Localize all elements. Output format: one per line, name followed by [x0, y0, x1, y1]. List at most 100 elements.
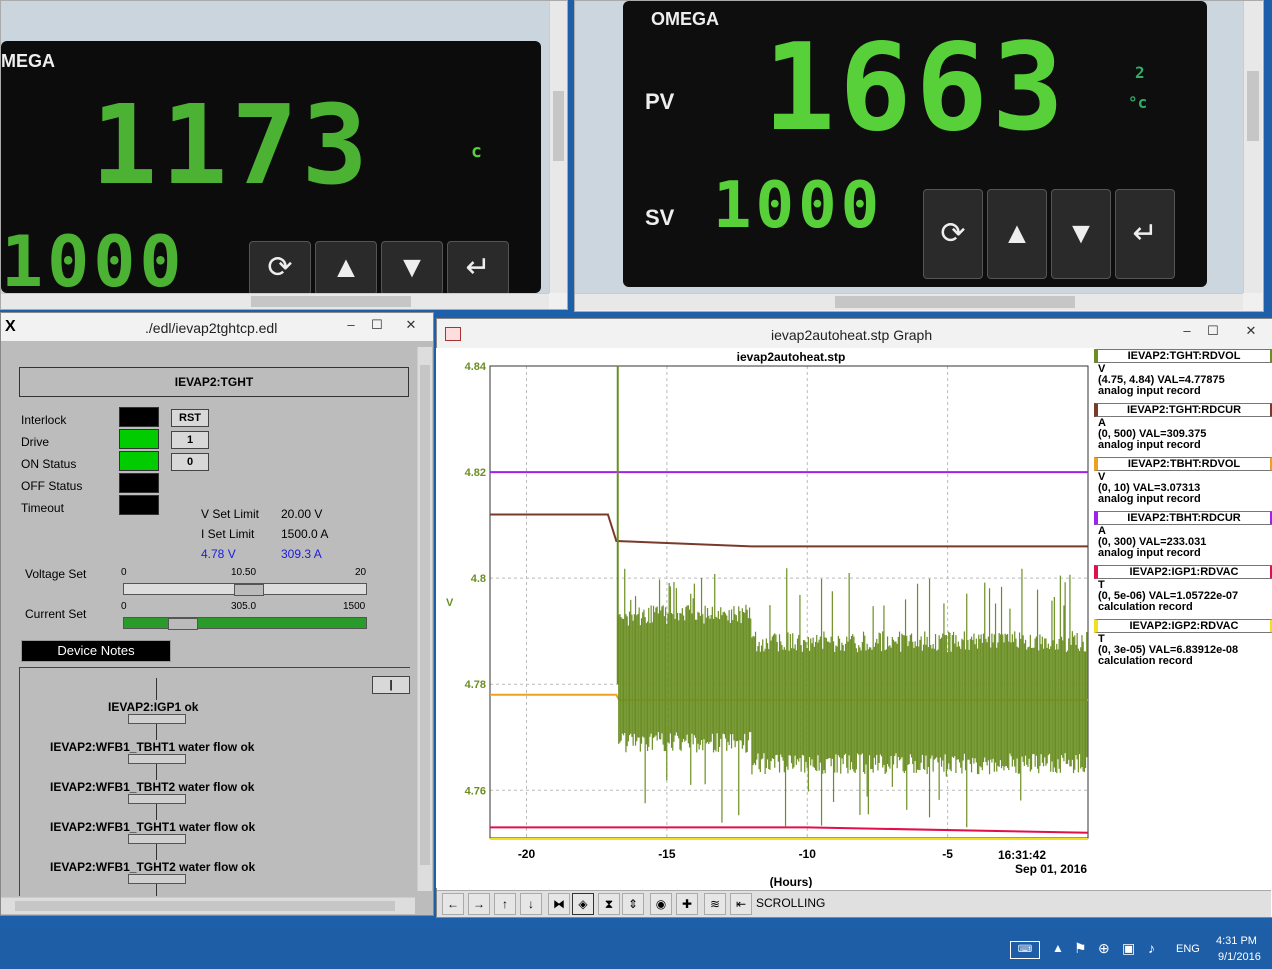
taskbar: ⌨ ▲ ⚑ ⊕ ▣ ♪ ENG 4:31 PM 9/1/2016 — [0, 929, 1272, 969]
strip-chart: ievap2autoheat.stp V (Hours) 16:31:42 Se… — [436, 348, 1096, 888]
brand-label: OMEGA — [651, 9, 720, 29]
legend-series-name[interactable]: IEVAP2:IGP2:RDVAC — [1094, 619, 1272, 633]
interlock-bar — [128, 794, 186, 804]
camera-window-left: MEGA 1173 c 1000 ⟳ ▲ ▼ ↵ — [0, 0, 568, 310]
camera-window-right: OMEGA PV SV 1663 2 °c 1000 ⟳ ▲ ▼ ↵ — [574, 0, 1264, 312]
date-label: Sep 01, 2016 — [1015, 862, 1087, 876]
slider-thumb[interactable] — [234, 584, 264, 596]
zoom-in-y-icon[interactable]: ⧗ — [598, 893, 620, 915]
arrow-down-icon[interactable]: ↓ — [520, 893, 542, 915]
window-title: ./edl/ievap2tghtcp.edl — [145, 320, 278, 336]
x-tick-label: -5 — [942, 847, 953, 861]
voltage-set-label: Voltage Set — [25, 567, 87, 581]
y-tick-label: 4.82 — [465, 467, 486, 479]
slider-thumb[interactable] — [168, 618, 198, 630]
monitor-icon[interactable]: ▣ — [1122, 940, 1135, 957]
legend-type: analog input record — [1098, 547, 1201, 559]
volume-icon[interactable]: ♪ — [1148, 940, 1155, 956]
crosshair-icon[interactable]: ✚ — [676, 893, 698, 915]
scroll-thumb[interactable] — [251, 296, 411, 307]
graph-title-bar: ievap2autoheat.stp Graph – ☐ ✕ — [437, 319, 1272, 349]
scroll-thumb[interactable] — [1247, 71, 1259, 141]
language-indicator[interactable]: ENG — [1176, 943, 1200, 955]
legend-series-name[interactable]: IEVAP2:TBHT:RDCUR — [1094, 511, 1272, 525]
y-tick-label: 4.84 — [465, 361, 487, 373]
unit-label: °c — [1128, 93, 1148, 112]
vertical-scrollbar[interactable] — [417, 347, 432, 891]
legend-series-name[interactable]: IEVAP2:TGHT:RDCUR — [1094, 403, 1272, 417]
minimize-icon[interactable]: – — [341, 317, 361, 332]
goto-end-icon[interactable]: ⇤ — [730, 893, 752, 915]
arrow-up-icon[interactable]: ↑ — [494, 893, 516, 915]
scroll-thumb[interactable] — [835, 296, 1075, 308]
vertical-scrollbar[interactable] — [1243, 1, 1262, 293]
interlock-item: IEVAP2:WFB1_TBHT1 water flow ok — [50, 740, 255, 754]
legend-type: analog input record — [1098, 493, 1201, 505]
drive-label: Drive — [21, 435, 50, 449]
off-status-label: OFF Status — [21, 479, 83, 493]
v-set-limit-value: 20.00 V — [281, 507, 323, 521]
rst-button[interactable]: RST — [171, 409, 209, 427]
zoom-in-x-icon[interactable]: ⧓ — [548, 893, 570, 915]
interlock-label: Interlock — [21, 413, 67, 427]
scroll-thumb[interactable] — [420, 365, 430, 865]
enter-key: ↵ — [1115, 189, 1175, 279]
unit-top-label: 2 — [1135, 63, 1145, 82]
unit-label: c — [471, 141, 482, 162]
close-icon[interactable]: ✕ — [401, 317, 421, 333]
maximize-icon[interactable]: ☐ — [1203, 323, 1223, 339]
maximize-icon[interactable]: ☐ — [367, 317, 387, 333]
zoom-out-x-icon[interactable]: ◈ — [572, 893, 594, 915]
horizontal-scrollbar[interactable] — [1, 897, 415, 914]
voltage-readback: 4.78 V — [201, 547, 236, 561]
horizontal-scrollbar[interactable] — [1, 293, 549, 309]
sv-display: 1000 — [1, 221, 186, 293]
device-notes-button[interactable]: Device Notes — [21, 640, 171, 662]
current-set-slider[interactable] — [123, 617, 367, 630]
drive-indicator — [119, 429, 159, 449]
scroll-thumb[interactable] — [15, 901, 395, 911]
zoom-out-y-icon[interactable]: ⇕ — [622, 893, 644, 915]
arrow-right-icon[interactable]: → — [468, 893, 490, 915]
vertical-scrollbar[interactable] — [549, 1, 567, 293]
clock-time[interactable]: 4:31 PM — [1216, 935, 1257, 947]
plot-title: ievap2autoheat.stp — [737, 350, 846, 364]
scroll-thumb[interactable] — [553, 91, 564, 161]
y-tick-label: 4.78 — [465, 679, 486, 691]
current-set-label: Current Set — [25, 607, 87, 621]
drive-on-button[interactable]: 1 — [171, 431, 209, 449]
interlock-list-panel: | IEVAP2:IGP1 ok IEVAP2:WFB1_TBHT1 water… — [19, 667, 410, 896]
network-icon[interactable]: ⊕ — [1098, 940, 1110, 957]
interlock-item: IEVAP2:IGP1 ok — [108, 700, 199, 714]
time-label: 16:31:42 — [998, 848, 1046, 862]
keyboard-icon[interactable]: ⌨ — [1010, 941, 1040, 959]
voltage-set-slider[interactable] — [123, 583, 367, 596]
flag-icon[interactable]: ⚑ — [1074, 940, 1087, 957]
x-axis-label: (Hours) — [770, 875, 813, 888]
brand-label: MEGA — [1, 51, 55, 71]
minimize-icon[interactable]: – — [1177, 323, 1197, 338]
legend-type: analog input record — [1098, 439, 1201, 451]
interlock-indicator — [119, 407, 159, 427]
pv-label: PV — [645, 89, 675, 114]
x-tick-label: -10 — [799, 847, 817, 861]
enter-key: ↵ — [447, 241, 509, 293]
legend-series-name[interactable]: IEVAP2:TBHT:RDVOL — [1094, 457, 1272, 471]
legend-series-name[interactable]: IEVAP2:IGP1:RDVAC — [1094, 565, 1272, 579]
y-tick-label: 4.76 — [465, 785, 486, 797]
collapse-button[interactable]: | — [372, 676, 410, 694]
timeout-indicator — [119, 495, 159, 515]
record-icon[interactable]: ◉ — [650, 893, 672, 915]
drive-off-button[interactable]: 0 — [171, 453, 209, 471]
clock-date[interactable]: 9/1/2016 — [1218, 951, 1261, 963]
horizontal-scrollbar[interactable] — [575, 293, 1243, 310]
i-set-limit-value: 1500.0 A — [281, 527, 329, 541]
on-status-indicator — [119, 451, 159, 471]
close-icon[interactable]: ✕ — [1241, 323, 1261, 339]
arrow-left-icon[interactable]: ← — [442, 893, 464, 915]
sv-label: SV — [645, 205, 675, 230]
legend-series-name[interactable]: IEVAP2:TGHT:RDVOL — [1094, 349, 1272, 363]
autoscale-icon[interactable]: ≋ — [704, 893, 726, 915]
y-axis-label: V — [446, 597, 454, 609]
chevron-up-icon[interactable]: ▲ — [1052, 941, 1064, 955]
